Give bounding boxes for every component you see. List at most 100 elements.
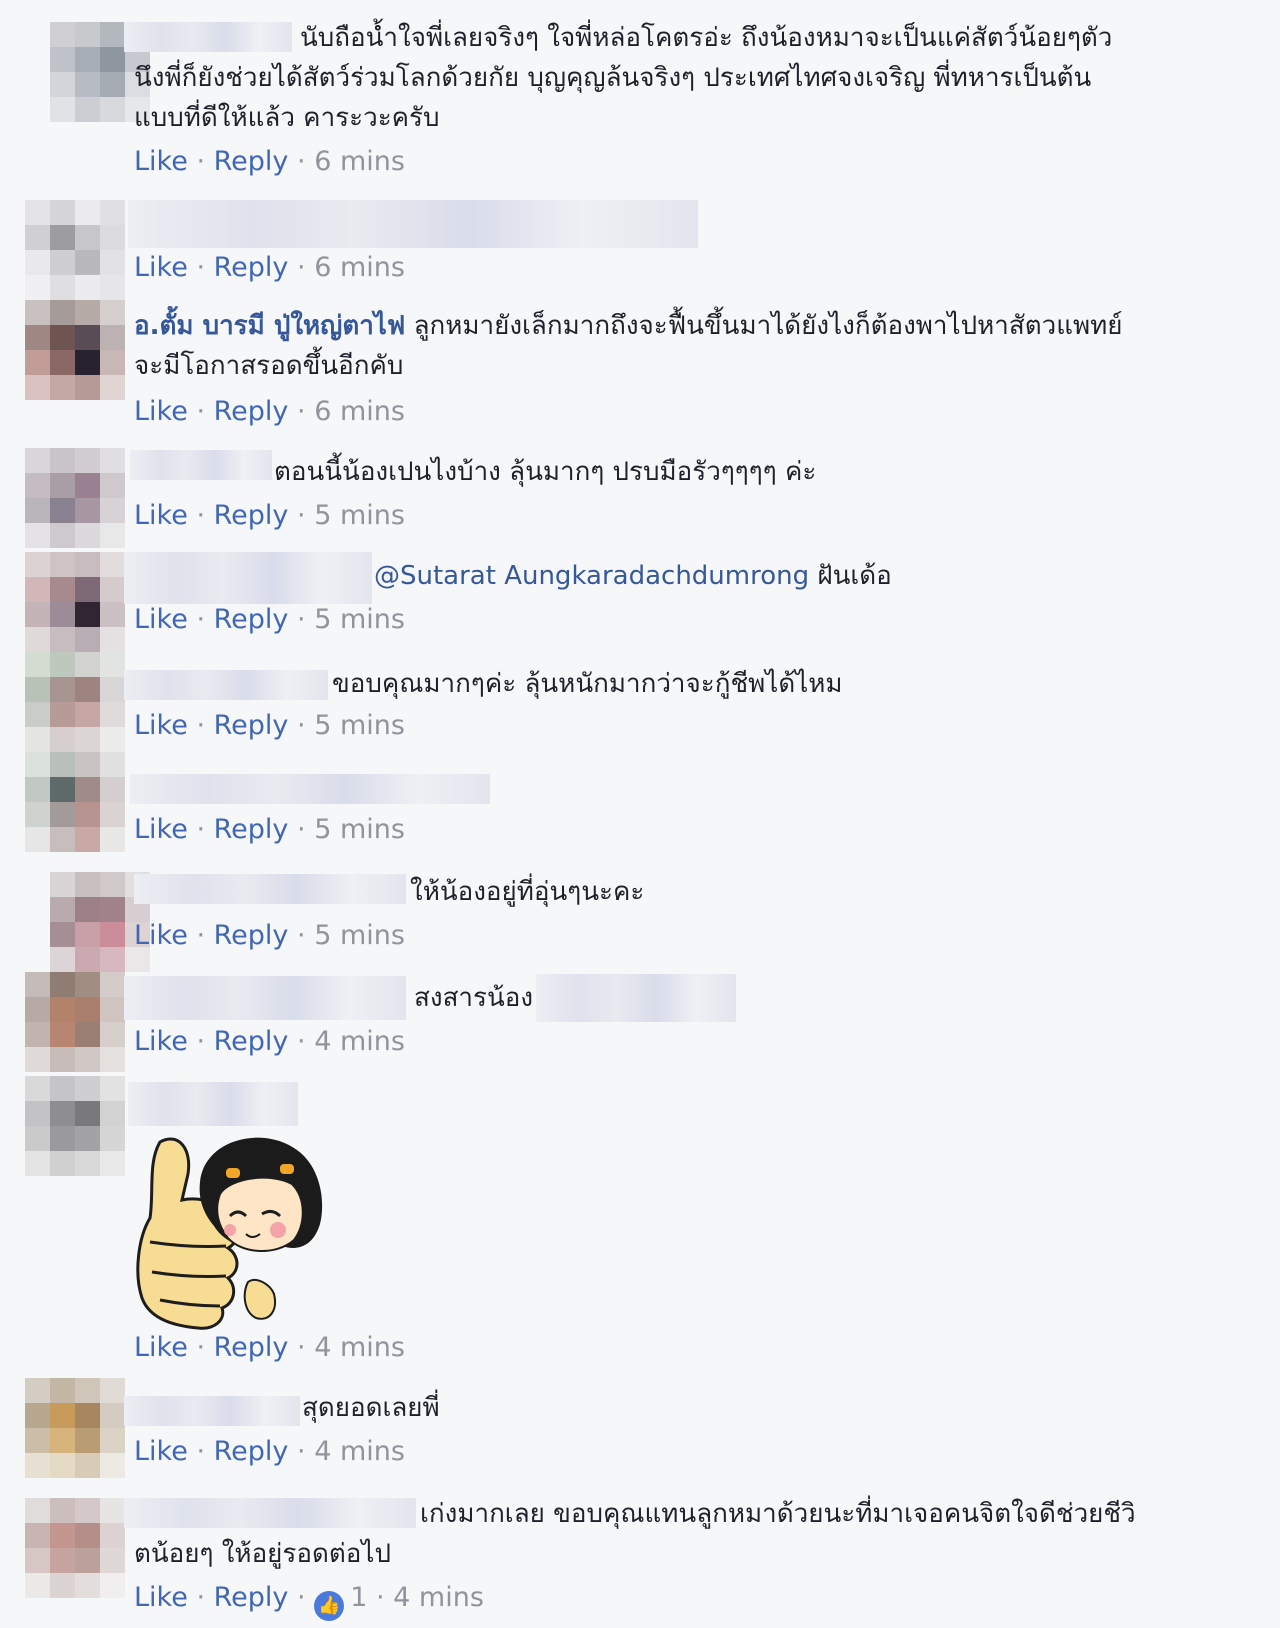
like-link[interactable]: Like [134,1332,188,1363]
like-link[interactable]: Like [134,1582,188,1613]
timestamp[interactable]: 6 mins [314,146,405,177]
comment-actions: Like · Reply · 5 mins [134,812,405,848]
comment-actions: Like · Reply · 4 mins [134,1330,405,1366]
reaction-count[interactable]: 1 [350,1582,367,1613]
separator: · [297,920,306,951]
timestamp[interactable]: 6 mins [314,396,405,427]
reply-link[interactable]: Reply [214,396,289,427]
author-name-redacted[interactable] [134,874,406,904]
like-link[interactable]: Like [134,1026,188,1057]
author-name-redacted[interactable] [128,1082,298,1126]
timestamp[interactable]: 5 mins [314,814,405,845]
timestamp[interactable]: 6 mins [314,252,405,283]
timestamp[interactable]: 4 mins [393,1582,484,1613]
comment-text: อ.ตั้ม บารมี ปู่ใหญ่ตาไฟ ลูกหมายังเล็กมา… [134,306,1122,346]
avatar[interactable] [25,972,125,1072]
like-link[interactable]: Like [134,920,188,951]
thumbs-up-icon[interactable]: 👍 [314,1591,345,1621]
author-name-redacted[interactable] [124,1498,416,1528]
separator: · [196,1582,206,1613]
comment-text: เก่งมากเลย ขอบคุณแทนลูกหมาด้วยนะที่มาเจอ… [420,1499,1136,1529]
timestamp[interactable]: 5 mins [314,710,405,741]
like-link[interactable]: Like [134,500,188,531]
avatar[interactable] [25,448,125,548]
avatar[interactable] [25,1076,125,1176]
like-link[interactable]: Like [134,814,188,845]
comment-text: นับถือน้ำใจพี่เลยจริงๆ ใจพี่หล่อโคตรอ่ะ … [300,23,1113,53]
comment-body: ลูกหมายังเล็กมากถึงจะฟื้นขึ้นมาได้ยังไงก… [413,311,1123,341]
reply-link[interactable]: Reply [214,1332,289,1363]
comment-redacted [130,774,490,804]
separator: · [297,146,306,177]
separator: · [196,252,206,283]
separator: · [196,396,206,427]
reply-link[interactable]: Reply [214,146,289,177]
separator: · [196,710,206,741]
separator: · [375,1582,385,1613]
comment-text: สงสารน้อง [414,983,534,1013]
comment-text: ให้น้องอยู่ที่อุ่นๆนะคะ [410,877,645,907]
author-name-redacted[interactable] [124,552,372,604]
author-name-redacted[interactable] [124,670,328,700]
comment-actions: Like · Reply · 4 mins [134,1434,405,1470]
comment-body: ฝันเด้อ [817,561,892,591]
like-link[interactable]: Like [134,396,188,427]
comment-text: นึงพี่ก็ยังช่วยได้สัตว์ร่วมโลกด้วยกัย บุ… [134,63,1092,93]
reply-link[interactable]: Reply [214,500,289,531]
separator: · [297,604,306,635]
timestamp[interactable]: 5 mins [314,920,405,951]
like-link[interactable]: Like [134,252,188,283]
author-name-redacted[interactable] [124,22,292,52]
avatar[interactable] [25,200,125,300]
separator: · [196,814,206,845]
reply-link[interactable]: Reply [214,710,289,741]
like-link[interactable]: Like [134,604,188,635]
like-link[interactable]: Like [134,1436,188,1467]
avatar[interactable] [25,652,125,752]
like-link[interactable]: Like [134,146,188,177]
reply-link[interactable]: Reply [214,1026,289,1057]
reply-link[interactable]: Reply [214,1436,289,1467]
separator: · [297,1436,306,1467]
reply-link[interactable]: Reply [214,1582,289,1613]
comment-actions: Like · Reply · 5 mins [134,708,405,744]
thumbs-up-girl-sticker[interactable] [130,1122,340,1332]
tagged-user-redacted[interactable] [536,974,736,1022]
comment-actions: Like · Reply · 6 mins [134,144,405,180]
avatar[interactable] [25,300,125,400]
reply-link[interactable]: Reply [214,814,289,845]
reply-link[interactable]: Reply [214,252,289,283]
reply-link[interactable]: Reply [214,604,289,635]
author-name-redacted[interactable] [124,1396,300,1426]
author-name[interactable]: อ.ตั้ม บารมี ปู่ใหญ่ตาไฟ [134,311,405,341]
separator: · [196,146,206,177]
reply-link[interactable]: Reply [214,920,289,951]
avatar[interactable] [25,1498,125,1598]
timestamp[interactable]: 5 mins [314,604,405,635]
separator: · [297,1332,306,1363]
comment-text: ตอนนี้น้องเปนไงบ้าง ลุ้นมากๆ ปรบมือรัวๆๆ… [274,457,817,487]
separator: · [297,1582,306,1613]
separator: · [196,1026,206,1057]
timestamp[interactable]: 4 mins [314,1332,405,1363]
separator: · [196,1332,206,1363]
comment-text: ตน้อยๆ ให้อยู่รอดต่อไป [134,1539,391,1569]
comment-redacted [128,200,698,248]
mention-link[interactable]: @Sutarat Aungkaradachdumrong [374,561,809,591]
comment-actions: Like · Reply · 5 mins [134,602,405,638]
comment-actions: Like · Reply · 5 mins [134,498,405,534]
timestamp[interactable]: 4 mins [314,1436,405,1467]
author-name-redacted[interactable] [130,450,272,480]
avatar[interactable] [25,752,125,852]
comment-text: สุดยอดเลยพี่ [302,1393,440,1423]
avatar[interactable] [25,552,125,652]
comment-text: ขอบคุณมากๆค่ะ ลุ้นหนักมากว่าจะกู้ชีพได้ไ… [332,669,843,699]
like-link[interactable]: Like [134,710,188,741]
author-name-redacted[interactable] [124,976,406,1020]
avatar[interactable] [25,1378,125,1478]
comment-actions: Like · Reply · 👍 1 · 4 mins [134,1580,484,1621]
comment-text: @Sutarat Aungkaradachdumrong ฝันเด้อ [374,556,892,596]
timestamp[interactable]: 5 mins [314,500,405,531]
timestamp[interactable]: 4 mins [314,1026,405,1057]
separator: · [196,604,206,635]
